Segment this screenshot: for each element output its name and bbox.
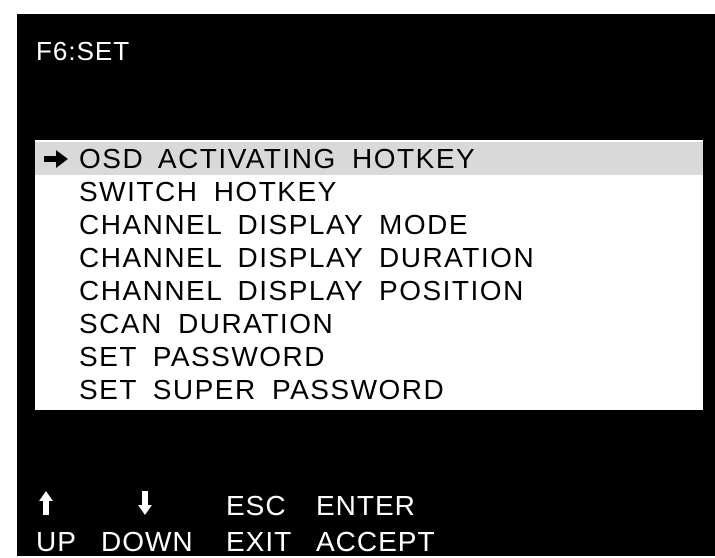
up-arrow-icon [38, 490, 54, 516]
down-arrow-icon [137, 490, 153, 516]
menu-item-label: CHANNEL DISPLAY POSITION [79, 274, 525, 306]
menu-item-label: SET PASSWORD [79, 340, 327, 372]
menu-item-set-super-password[interactable]: SET SUPER PASSWORD [35, 373, 703, 406]
menu-item-label: SET SUPER PASSWORD [79, 373, 446, 405]
settings-menu: OSD ACTIVATING HOTKEY SWITCH HOTKEY CHAN… [35, 140, 703, 410]
menu-item-channel-display-duration[interactable]: CHANNEL DISPLAY DURATION [35, 241, 703, 274]
page-title: F6:SET [36, 36, 131, 66]
right-arrow-icon [35, 149, 77, 169]
menu-item-osd-activating-hotkey[interactable]: OSD ACTIVATING HOTKEY [35, 142, 703, 175]
legend-accept-label: ACCEPT [316, 526, 436, 557]
menu-item-channel-display-position[interactable]: CHANNEL DISPLAY POSITION [35, 274, 703, 307]
menu-item-label: SWITCH HOTKEY [79, 175, 338, 207]
osd-screen: F6:SET OSD ACTIVATING HOTKEY SWITCH HOTK… [17, 14, 715, 557]
menu-item-scan-duration[interactable]: SCAN DURATION [35, 307, 703, 340]
menu-item-label: OSD ACTIVATING HOTKEY [79, 142, 477, 174]
legend-enter-key: ENTER [316, 490, 416, 521]
menu-item-switch-hotkey[interactable]: SWITCH HOTKEY [35, 175, 703, 208]
menu-item-label: SCAN DURATION [79, 307, 335, 339]
menu-item-set-password[interactable]: SET PASSWORD [35, 340, 703, 373]
menu-item-label: CHANNEL DISPLAY MODE [79, 208, 470, 240]
legend-down-label: DOWN [101, 526, 194, 557]
menu-item-channel-display-mode[interactable]: CHANNEL DISPLAY MODE [35, 208, 703, 241]
legend-exit-label: EXIT [226, 526, 293, 557]
legend-esc-key: ESC [226, 490, 287, 521]
menu-item-label: CHANNEL DISPLAY DURATION [79, 241, 536, 273]
legend-up-label: UP [36, 526, 77, 557]
